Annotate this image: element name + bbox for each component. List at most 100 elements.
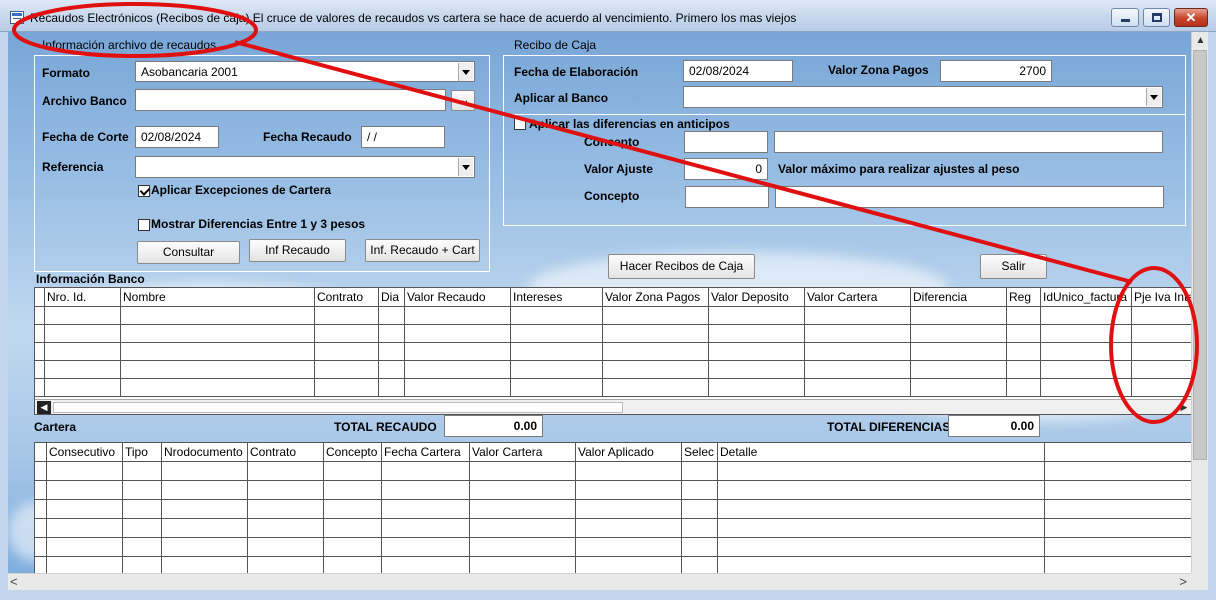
table-cell[interactable] (511, 379, 603, 397)
table-cell[interactable] (248, 557, 324, 573)
scroll-right-icon[interactable]: ▶ (1177, 401, 1191, 414)
table-cell[interactable] (1132, 361, 1191, 379)
table-cell[interactable] (121, 307, 315, 325)
table-cell[interactable] (45, 307, 121, 325)
fecha-elaboracion-input[interactable]: 02/08/2024 (683, 60, 793, 82)
table-cell[interactable] (1041, 325, 1132, 343)
table-cell[interactable] (470, 481, 576, 500)
table-cell[interactable] (511, 343, 603, 361)
table-cell[interactable] (682, 481, 718, 500)
table-cell[interactable] (718, 519, 1045, 538)
table-cell[interactable] (603, 343, 709, 361)
window-horizontal-scrollbar[interactable]: < > (8, 573, 1191, 590)
formato-select[interactable]: Asobancaria 2001 (135, 61, 475, 82)
table-cell[interactable] (121, 361, 315, 379)
table-cell[interactable] (805, 361, 911, 379)
valor-zona-pagos-input[interactable]: 2700 (940, 60, 1052, 82)
table-cell[interactable] (123, 557, 162, 573)
table-cell[interactable] (45, 361, 121, 379)
cartera-col-valor-aplicado[interactable]: Valor Aplicado (576, 443, 682, 462)
table-cell[interactable] (382, 538, 470, 557)
table-cell[interactable] (911, 361, 1007, 379)
table-cell[interactable] (47, 500, 123, 519)
archivo-banco-input[interactable] (135, 89, 446, 111)
minimize-button[interactable] (1111, 8, 1139, 27)
table-cell[interactable] (1132, 325, 1191, 343)
browse-button[interactable]: ... (451, 90, 475, 111)
banco-col-valor-recaudo[interactable]: Valor Recaudo (405, 288, 511, 307)
table-cell[interactable] (315, 343, 379, 361)
table-cell[interactable] (382, 462, 470, 481)
cartera-col-valor-cartera[interactable]: Valor Cartera (470, 443, 576, 462)
concepto1-desc-input[interactable] (774, 131, 1163, 153)
table-cell[interactable] (35, 325, 45, 343)
table-cell[interactable] (35, 519, 47, 538)
table-cell[interactable] (1041, 307, 1132, 325)
maximize-button[interactable] (1143, 8, 1170, 27)
banco-scroll-thumb[interactable] (53, 402, 623, 413)
table-cell[interactable] (405, 325, 511, 343)
table-cell[interactable] (1007, 361, 1041, 379)
concepto2-desc-input[interactable] (775, 186, 1164, 208)
banco-col-diferencia[interactable]: Diferencia (911, 288, 1007, 307)
table-cell[interactable] (35, 343, 45, 361)
table-cell[interactable] (718, 538, 1045, 557)
table-cell[interactable] (709, 361, 805, 379)
cartera-col-fecha-cartera[interactable]: Fecha Cartera (382, 443, 470, 462)
chevron-down-icon[interactable] (458, 63, 473, 81)
table-cell[interactable] (911, 307, 1007, 325)
table-cell[interactable] (911, 379, 1007, 397)
table-cell[interactable] (324, 481, 382, 500)
table-cell[interactable] (382, 519, 470, 538)
table-cell[interactable] (1045, 557, 1191, 573)
scroll-up-icon[interactable]: ▲ (1192, 32, 1209, 49)
table-cell[interactable] (576, 538, 682, 557)
table-cell[interactable] (248, 500, 324, 519)
table-cell[interactable] (47, 462, 123, 481)
window-scroll-thumb[interactable] (1193, 50, 1207, 460)
table-cell[interactable] (248, 519, 324, 538)
table-cell[interactable] (382, 481, 470, 500)
table-cell[interactable] (405, 307, 511, 325)
table-cell[interactable] (123, 481, 162, 500)
table-cell[interactable] (315, 361, 379, 379)
table-cell[interactable] (379, 325, 405, 343)
table-cell[interactable] (324, 462, 382, 481)
table-cell[interactable] (603, 361, 709, 379)
table-cell[interactable] (718, 500, 1045, 519)
banco-col-dia[interactable]: Dia (379, 288, 405, 307)
table-cell[interactable] (123, 500, 162, 519)
banco-col-valor-cartera[interactable]: Valor Cartera (805, 288, 911, 307)
table-cell[interactable] (121, 343, 315, 361)
scroll-right-icon[interactable]: > (1179, 574, 1187, 590)
cartera-col-detalle[interactable]: Detalle (718, 443, 1045, 462)
table-cell[interactable] (1132, 307, 1191, 325)
table-cell[interactable] (45, 343, 121, 361)
table-cell[interactable] (324, 500, 382, 519)
scroll-left-icon[interactable]: < (10, 574, 18, 590)
chevron-down-icon[interactable] (458, 158, 473, 176)
table-cell[interactable] (1045, 500, 1191, 519)
hacer-recibos-button[interactable]: Hacer Recibos de Caja (608, 254, 755, 279)
table-cell[interactable] (682, 462, 718, 481)
excepciones-checkbox[interactable] (138, 185, 150, 197)
table-cell[interactable] (382, 500, 470, 519)
table-cell[interactable] (709, 307, 805, 325)
anticipos-checkbox[interactable] (514, 118, 526, 130)
table-cell[interactable] (248, 538, 324, 557)
table-cell[interactable] (35, 379, 45, 397)
table-cell[interactable] (162, 462, 248, 481)
window-vertical-scrollbar[interactable]: ▲ (1191, 32, 1208, 573)
table-cell[interactable] (47, 481, 123, 500)
table-cell[interactable] (470, 500, 576, 519)
aplicar-banco-select[interactable] (683, 86, 1163, 108)
cartera-col-concepto[interactable]: Concepto (324, 443, 382, 462)
table-cell[interactable] (35, 500, 47, 519)
table-cell[interactable] (603, 379, 709, 397)
table-cell[interactable] (1007, 343, 1041, 361)
table-cell[interactable] (511, 361, 603, 379)
table-cell[interactable] (123, 538, 162, 557)
salir-button[interactable]: Salir (980, 254, 1047, 279)
table-cell[interactable] (315, 307, 379, 325)
table-cell[interactable] (47, 538, 123, 557)
